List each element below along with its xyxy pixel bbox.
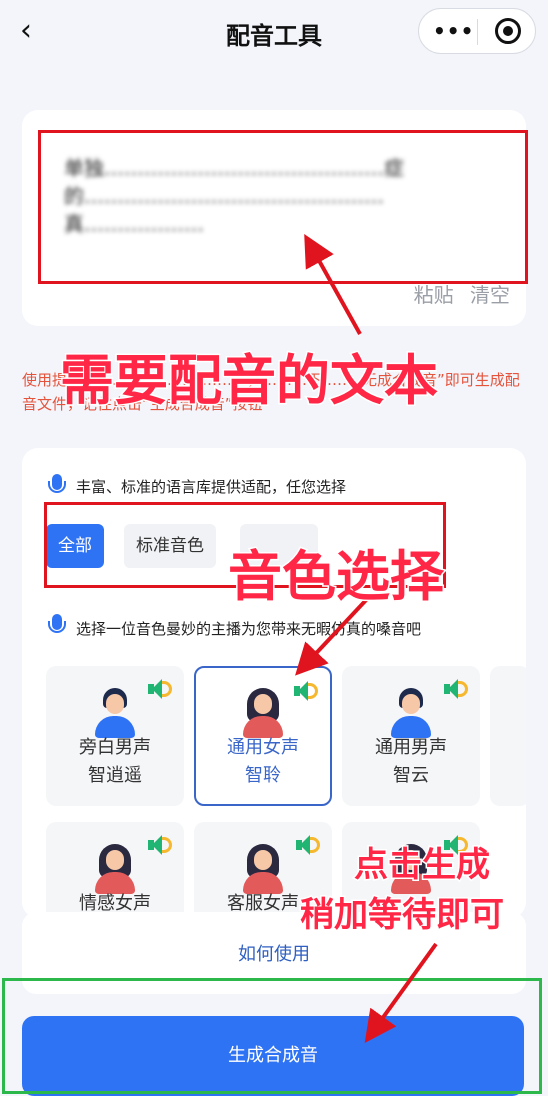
annotation-voice-label: 音色选择 [227, 544, 446, 610]
microphone-icon [48, 474, 66, 498]
speaker-icon[interactable] [444, 678, 468, 700]
text-annotation-box [38, 130, 528, 284]
female-avatar [93, 844, 137, 894]
voice-option-narrator-male[interactable]: 旁白男声 智逍遥 [46, 666, 184, 806]
voice-anchor-hint: 选择一位音色曼妙的主播为您带来无暇仿真的嗓音吧 [76, 620, 422, 638]
speaker-icon[interactable] [296, 834, 320, 856]
annotation-wait-label: 点击生成 稍加等待即可 [299, 844, 506, 937]
female-avatar [241, 844, 285, 894]
voice-name: 通用男声 智云 [375, 737, 447, 786]
target-icon[interactable] [495, 18, 521, 44]
how-to-use-link[interactable]: 如何使用 [22, 940, 526, 966]
voice-name: 通用女声 智聆 [227, 737, 299, 786]
female-avatar [241, 688, 285, 738]
generate-annotation-box [2, 978, 542, 1094]
capsule-divider [477, 19, 478, 45]
more-dots-icon[interactable]: ••• [433, 21, 474, 41]
voice-option-partial[interactable] [490, 666, 526, 806]
mini-program-capsule: ••• [418, 8, 536, 54]
speaker-icon[interactable] [148, 678, 172, 700]
paste-button[interactable]: 粘贴 [414, 283, 454, 307]
male-avatar [93, 688, 137, 738]
top-navigation-bar: ‹ 配音工具 ••• [0, 0, 548, 62]
microphone-icon [48, 614, 66, 638]
voice-name: 旁白男声 智逍遥 [79, 737, 151, 786]
voice-library-hint: 丰富、标准的语言库提供适配，任您选择 [76, 478, 347, 496]
speaker-icon[interactable] [148, 834, 172, 856]
speaker-icon[interactable] [294, 680, 318, 702]
voice-option-general-female[interactable]: 通用女声 智聆 [194, 666, 332, 806]
clear-button[interactable]: 清空 [470, 283, 510, 307]
voice-option-emotional-female[interactable]: 情感女声 [46, 822, 184, 918]
male-avatar [389, 688, 433, 738]
annotation-text-label: 需要配音的文本 [59, 348, 440, 414]
voice-option-general-male[interactable]: 通用男声 智云 [342, 666, 480, 806]
